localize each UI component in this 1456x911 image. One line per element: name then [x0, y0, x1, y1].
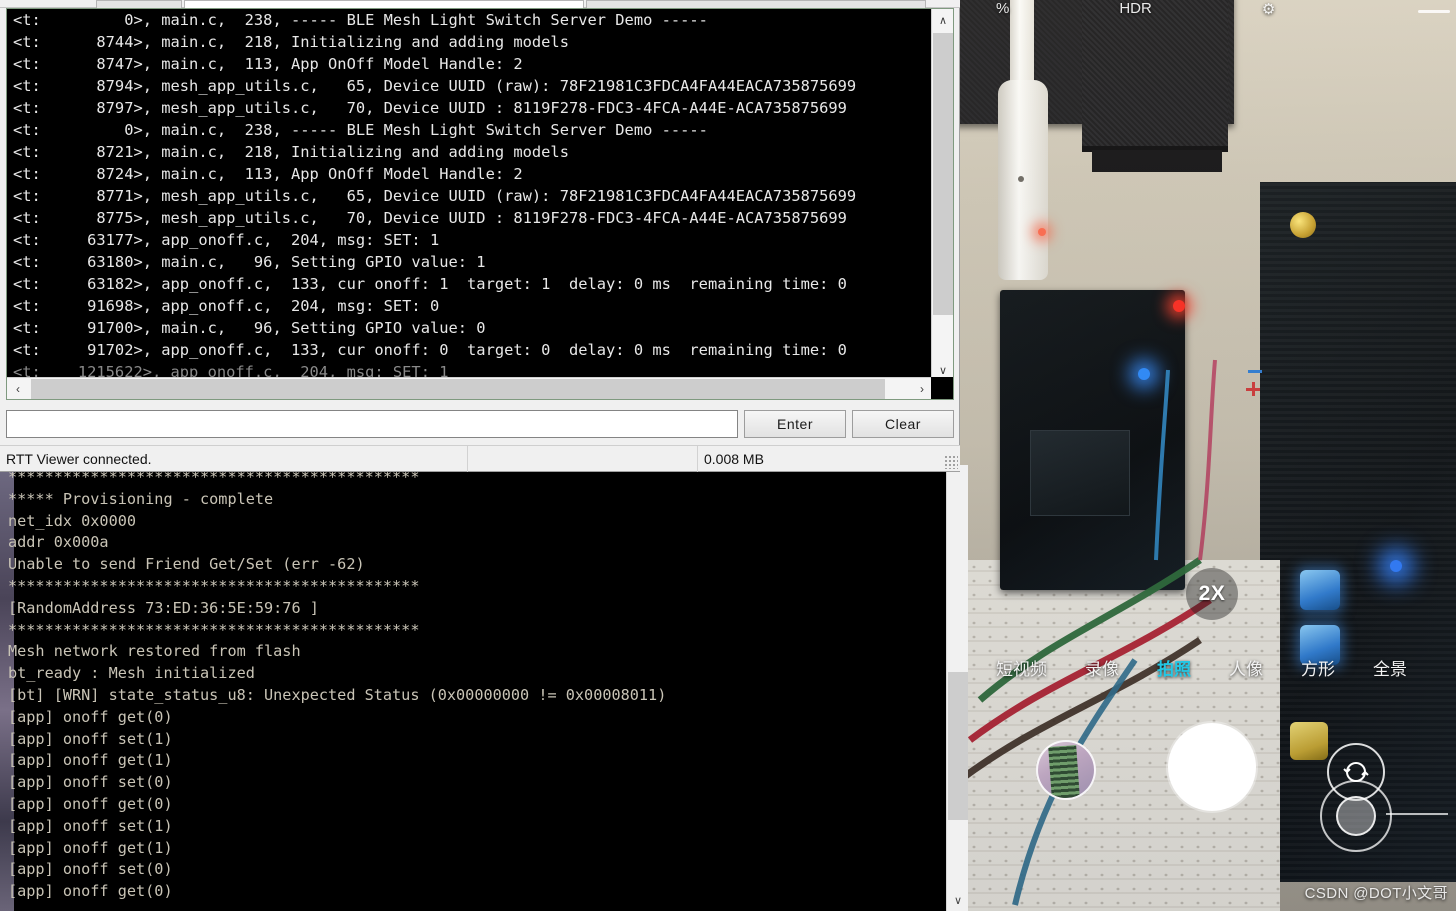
rtt-status-bar: RTT Viewer connected. 0.008 MB	[0, 445, 960, 472]
camera-mode-video[interactable]: 录像	[1085, 655, 1119, 680]
hdr-icon[interactable]: HDR	[1119, 0, 1152, 22]
console-log-line: [app] onoff get(0)	[8, 882, 173, 901]
rtt-horizontal-scrollbar[interactable]: ‹ ›	[7, 377, 933, 399]
tab-terminal-1[interactable]	[586, 0, 926, 8]
camera-mode-panorama[interactable]: 全景	[1373, 655, 1407, 680]
tab-terminal-0[interactable]	[184, 0, 584, 8]
rtt-log-line: <t: 8794>, mesh_app_utils.c, 65, Device …	[13, 77, 857, 95]
rtt-scroll-left-arrow[interactable]: ‹	[7, 378, 29, 399]
serial-console-pane: ****************************************…	[0, 465, 968, 911]
console-vertical-scrollbar[interactable]: ∨	[946, 465, 968, 911]
rtt-log-line: <t: 63180>, main.c, 96, Setting GPIO val…	[13, 253, 486, 271]
console-log-line: [app] onoff get(1)	[8, 751, 173, 770]
console-log-line: ***** Provisioning - complete	[8, 489, 274, 508]
rtt-log-line: <t: 8724>, main.c, 113, App OnOff Model …	[13, 165, 523, 183]
settings-gear-icon[interactable]: ⚙	[1262, 0, 1275, 22]
console-log-line: [app] onoff set(1)	[8, 816, 173, 835]
rtt-terminal-text: <t: 0>, main.c, 238, ----- BLE Mesh Ligh…	[13, 9, 856, 381]
console-log-line: [bt] [WRN] state_status_u8: Unexpected S…	[8, 685, 667, 704]
gallery-thumbnail-button[interactable]	[1036, 740, 1096, 800]
camera-mode-photo[interactable]: 拍照	[1157, 655, 1191, 680]
rtt-vertical-scrollbar[interactable]: ∧ ∨	[931, 9, 953, 381]
watermark-text: CSDN @DOT小文哥	[1304, 885, 1448, 902]
console-log-line: [app] onoff set(0)	[8, 860, 173, 879]
rtt-log-line: <t: 8721>, main.c, 218, Initializing and…	[13, 143, 569, 161]
camera-pad-connector-line	[1386, 813, 1448, 815]
enter-button[interactable]: Enter	[744, 410, 846, 438]
rtt-scrollbar-corner	[931, 377, 953, 399]
status-middle-cell	[468, 445, 698, 472]
rtt-log-line: <t: 8771>, mesh_app_utils.c, 65, Device …	[13, 187, 857, 205]
rtt-log-line: <t: 8744>, main.c, 218, Initializing and…	[13, 33, 569, 51]
rtt-scroll-right-arrow[interactable]: ›	[911, 378, 933, 399]
command-input[interactable]	[6, 410, 738, 438]
rtt-log-line: <t: 91702>, app_onoff.c, 133, cur onoff:…	[13, 341, 847, 359]
console-log-line: [RandomAddress 73:ED:36:5E:59:76 ]	[8, 598, 319, 617]
rtt-terminal-frame: <t: 0>, main.c, 238, ----- BLE Mesh Ligh…	[6, 8, 954, 400]
rtt-log-line: <t: 63182>, app_onoff.c, 133, cur onoff:…	[13, 275, 847, 293]
rtt-log-line: <t: 91698>, app_onoff.c, 204, msg: SET: …	[13, 297, 440, 315]
console-log-line: [app] onoff set(0)	[8, 773, 173, 792]
camera-lens-ring-inner	[1336, 796, 1376, 836]
tab-all-terminals[interactable]	[96, 0, 182, 8]
status-data-size: 0.008 MB	[704, 450, 764, 467]
console-output-text: ****************************************…	[8, 467, 942, 903]
rtt-log-line: <t: 0>, main.c, 238, ----- BLE Mesh Ligh…	[13, 11, 708, 29]
rtt-log-line: <t: 8747>, main.c, 113, App OnOff Model …	[13, 55, 523, 73]
console-log-line: [app] onoff get(1)	[8, 838, 173, 857]
console-log-line: ****************************************…	[8, 576, 420, 595]
console-log-line: ****************************************…	[8, 620, 420, 639]
rtt-log-line: <t: 0>, main.c, 238, ----- BLE Mesh Ligh…	[13, 121, 708, 139]
console-log-line: bt_ready : Mesh initialized	[8, 664, 255, 683]
rtt-log-line: <t: 8797>, mesh_app_utils.c, 70, Device …	[13, 99, 847, 117]
console-log-line: net_idx 0x0000	[8, 511, 137, 530]
rtt-log-line: <t: 8775>, mesh_app_utils.c, 70, Device …	[13, 209, 847, 227]
camera-top-divider	[1418, 10, 1450, 13]
console-scrollbar-thumb[interactable]	[948, 672, 968, 820]
status-connection-text: RTT Viewer connected.	[0, 445, 468, 472]
gallery-thumbnail-image	[1048, 745, 1080, 798]
camera-top-controls: % HDR ⚙	[968, 0, 1388, 22]
console-log-line: Unable to send Friend Get/Set (err -62)	[8, 555, 365, 574]
camera-mode-square[interactable]: 方形	[1301, 655, 1335, 680]
console-log-line: Mesh network restored from flash	[8, 642, 301, 661]
rtt-tab-strip[interactable]	[0, 0, 960, 8]
resize-grip-icon[interactable]	[944, 455, 958, 469]
camera-mode-selector[interactable]: 短视频 录像 拍照 人像 方形 全景	[968, 655, 1456, 680]
clear-button[interactable]: Clear	[852, 410, 954, 438]
camera-mode-short-video[interactable]: 短视频	[996, 655, 1047, 680]
console-log-line: addr 0x000a	[8, 533, 109, 552]
rtt-viewer-window: <t: 0>, main.c, 238, ----- BLE Mesh Ligh…	[0, 0, 960, 472]
rtt-vertical-scrollbar-thumb[interactable]	[933, 33, 953, 315]
rtt-log-line: <t: 63177>, app_onoff.c, 204, msg: SET: …	[13, 231, 440, 249]
rtt-command-row: Enter Clear	[6, 410, 954, 438]
console-log-line: [app] onoff get(0)	[8, 707, 173, 726]
rtt-scroll-up-arrow[interactable]: ∧	[932, 9, 953, 31]
camera-mode-portrait[interactable]: 人像	[1229, 655, 1263, 680]
screen-root: % HDR ⚙ 2X 短视频 录像 拍照 人像 方形 全景 CSDN @DOT小…	[0, 0, 1456, 911]
camera-zoom-badge[interactable]: 2X	[1186, 568, 1238, 620]
console-log-line: [app] onoff set(1)	[8, 729, 173, 748]
rtt-horizontal-scrollbar-thumb[interactable]	[31, 379, 885, 399]
shutter-button[interactable]	[1168, 723, 1256, 811]
rtt-terminal-output[interactable]: <t: 0>, main.c, 238, ----- BLE Mesh Ligh…	[7, 9, 933, 381]
flash-icon[interactable]: %	[996, 0, 1009, 22]
rtt-log-line: <t: 91700>, main.c, 96, Setting GPIO val…	[13, 319, 486, 337]
console-scroll-down-arrow[interactable]: ∨	[947, 889, 968, 911]
console-log-line: [app] onoff get(0)	[8, 794, 173, 813]
